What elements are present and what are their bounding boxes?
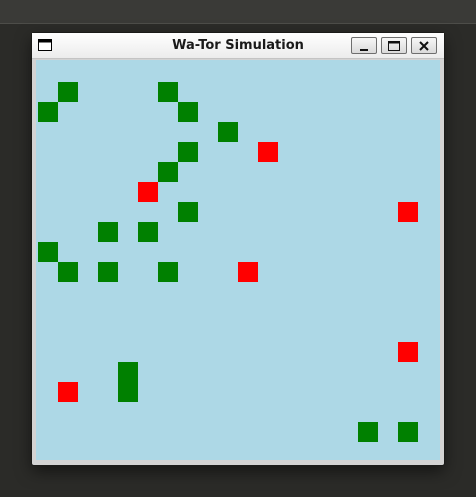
title-bar[interactable]: Wa-Tor Simulation [32,33,444,59]
shark-cell [58,382,78,402]
fish-cell [118,362,138,382]
fish-cell [138,222,158,242]
fish-cell [158,82,178,102]
shark-cell [138,182,158,202]
fish-cell [98,262,118,282]
fish-cell [178,202,198,222]
shark-cell [238,262,258,282]
fish-cell [158,162,178,182]
shark-cell [398,342,418,362]
fish-cell [218,122,238,142]
fish-cell [58,262,78,282]
minimize-button[interactable] [351,37,377,54]
fish-cell [38,102,58,122]
fish-cell [398,422,418,442]
shark-cell [258,142,278,162]
fish-cell [178,142,198,162]
fish-cell [178,102,198,122]
maximize-button[interactable] [381,37,407,54]
fish-cell [38,242,58,262]
fish-cell [118,382,138,402]
simulation-window: Wa-Tor Simulation [32,33,444,465]
fish-cell [58,82,78,102]
ocean-grid-canvas [36,60,440,460]
fish-cell [98,222,118,242]
fish-cell [158,262,178,282]
shark-cell [398,202,418,222]
close-button[interactable] [411,37,437,54]
maximize-icon [388,41,400,51]
fish-cell [358,422,378,442]
minimize-icon [360,49,368,51]
desktop-top-panel [0,0,476,24]
close-icon [419,41,429,51]
